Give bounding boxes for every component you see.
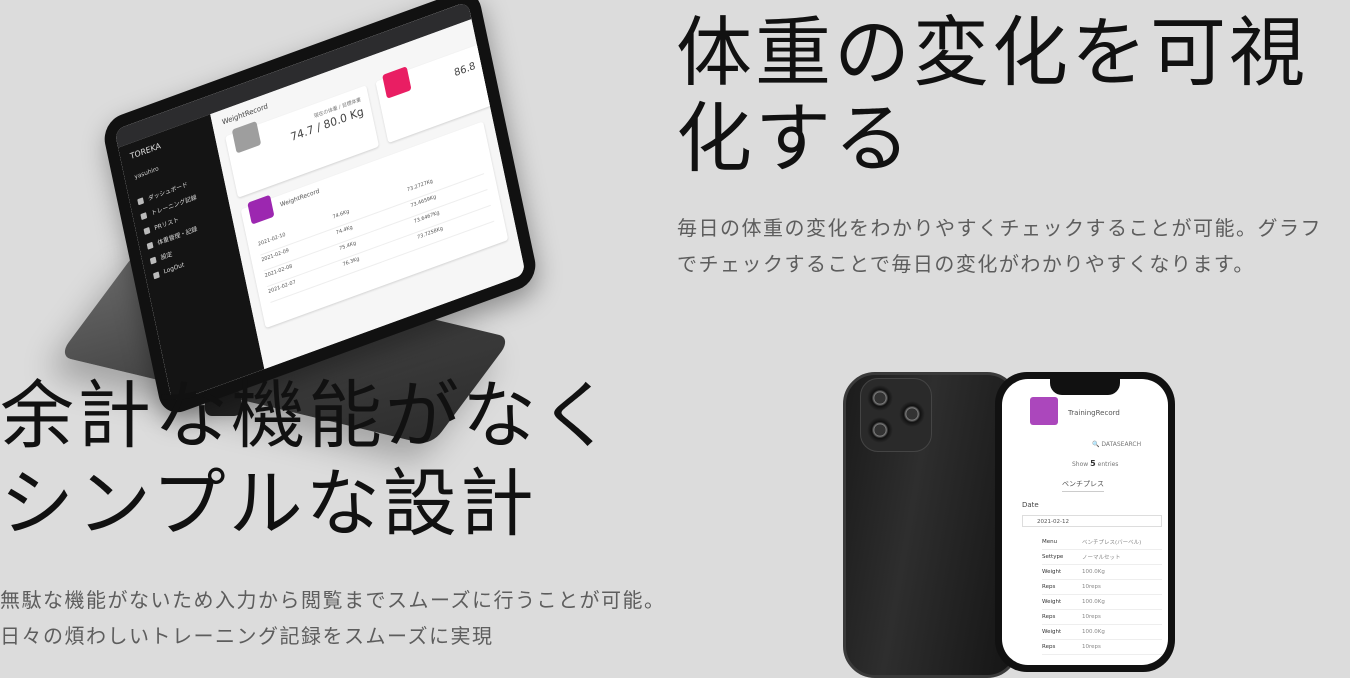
detail-row: Settype ノーマルセット bbox=[1042, 550, 1162, 565]
date-header: Date bbox=[1022, 501, 1039, 509]
record-icon bbox=[247, 194, 275, 225]
detail-row: Reps 10reps bbox=[1042, 580, 1162, 595]
phone-device: TrainingRecord 🔍 DATASEARCH Show 5 entri… bbox=[995, 372, 1175, 672]
menu-select[interactable]: ベンチプレス bbox=[1062, 479, 1104, 492]
gear-icon bbox=[149, 256, 157, 265]
app-icon bbox=[1030, 397, 1058, 425]
detail-row: Weight 100.0Kg bbox=[1042, 625, 1162, 640]
tablet-main: WeightRecord 現在の体重 / 目標体重 74.7 / 80.0 Kg… bbox=[210, 19, 526, 370]
section-title: 体重の変化を可視化する bbox=[676, 8, 1308, 183]
table-title: WeightRecord bbox=[279, 187, 321, 209]
detail-row: Weight 100.0Kg bbox=[1042, 565, 1162, 580]
scale-icon bbox=[231, 120, 262, 154]
search-button[interactable]: 🔍 DATASEARCH bbox=[1092, 441, 1141, 448]
brand-logo: TOREKA bbox=[129, 141, 162, 162]
camera-icon bbox=[860, 378, 932, 452]
pr-list-icon bbox=[143, 226, 151, 235]
training-detail: Menu ベンチプレス(バーベル) Settype ノーマルセット Weight 10… bbox=[1042, 535, 1162, 655]
detail-row: Menu ベンチプレス(バーベル) bbox=[1042, 535, 1162, 550]
card-value: 86.8 bbox=[453, 60, 477, 80]
detail-row: Reps 10reps bbox=[1042, 640, 1162, 655]
training-icon bbox=[140, 211, 148, 220]
app-title: TrainingRecord bbox=[1068, 409, 1120, 417]
show-entries[interactable]: Show 5 entries bbox=[1072, 459, 1118, 468]
apple-logo-icon bbox=[916, 510, 956, 558]
section-title: 余計な機能がなくシンプルな設計 bbox=[0, 373, 616, 547]
detail-row: Weight 100.0Kg bbox=[1042, 595, 1162, 610]
lens-icon bbox=[867, 385, 893, 411]
lens-icon bbox=[899, 401, 925, 427]
date-row[interactable]: 2021-02-12 bbox=[1022, 515, 1162, 527]
user-name: yasuhiro bbox=[133, 165, 160, 181]
phone-notch bbox=[1050, 379, 1120, 395]
logout-icon bbox=[152, 270, 160, 279]
dashboard-icon bbox=[137, 196, 145, 205]
detail-row: Reps 10reps bbox=[1042, 610, 1162, 625]
phone-screen: TrainingRecord 🔍 DATASEARCH Show 5 entri… bbox=[1002, 379, 1168, 665]
section-description: 毎日の体重の変化をわかりやすくチェックすることが可能。グラフでチェックすることで… bbox=[677, 216, 1322, 276]
section-description: 無駄な機能がないため入力から閲覧までスムーズに行うことが可能。日々の煩わしいトレ… bbox=[0, 588, 666, 648]
weight-icon bbox=[146, 241, 154, 250]
sidebar-menu: ダッシュボード トレーニング記録 PRリスト 体重管理・記録 設定 LogOut bbox=[136, 166, 234, 284]
chart-icon bbox=[382, 66, 412, 99]
lens-icon bbox=[867, 417, 893, 443]
